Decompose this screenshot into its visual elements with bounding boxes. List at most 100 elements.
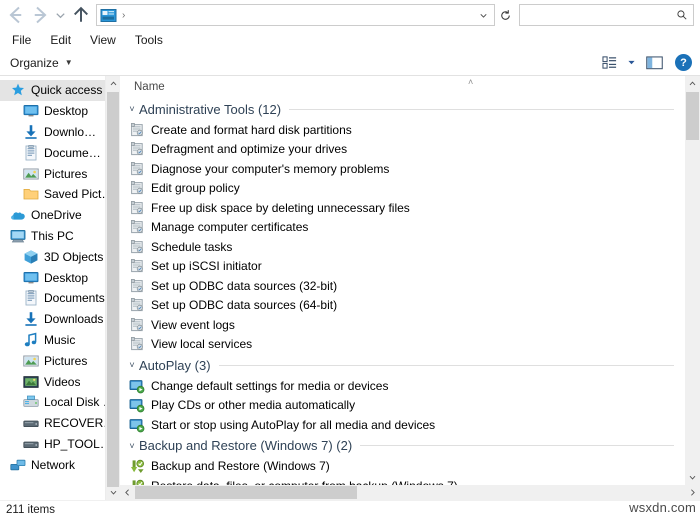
- sidebar-item-saved-pictures[interactable]: Saved Pictures: [0, 184, 120, 205]
- refresh-button[interactable]: [495, 4, 515, 26]
- list-item[interactable]: Create and format hard disk partitions: [120, 120, 684, 140]
- organize-button[interactable]: Organize ▼: [10, 56, 73, 70]
- sidebar-item-label: Desktop: [44, 104, 89, 119]
- help-button[interactable]: ?: [675, 54, 692, 71]
- menu-view[interactable]: View: [84, 32, 124, 48]
- sidebar-item-onedrive[interactable]: OneDrive: [0, 205, 120, 226]
- list-item[interactable]: Backup and Restore (Windows 7): [120, 457, 684, 477]
- search-box[interactable]: [519, 4, 694, 26]
- drive-icon: [23, 415, 39, 431]
- content-scroll-up-button[interactable]: [685, 76, 700, 91]
- menu-tools[interactable]: Tools: [129, 32, 171, 48]
- sidebar-item-label: Videos: [44, 374, 81, 389]
- network-icon: [10, 457, 26, 473]
- hscroll-thumb[interactable]: [135, 486, 357, 499]
- up-button[interactable]: [69, 3, 93, 27]
- breadcrumb-bar[interactable]: ›: [96, 4, 495, 26]
- view-options-dropdown[interactable]: [623, 58, 639, 67]
- folder-icon: [23, 186, 39, 202]
- sidebar-item-recovery-e[interactable]: RECOVERY (E:): [0, 413, 120, 434]
- group-header[interactable]: ˅ Administrative Tools (12): [120, 98, 684, 120]
- sidebar-item-desktop[interactable]: Desktop: [0, 267, 120, 288]
- backup-icon: [129, 458, 145, 474]
- list-item[interactable]: Set up ODBC data sources (32-bit): [120, 276, 684, 296]
- search-icon[interactable]: [674, 9, 690, 21]
- chevron-down-icon[interactable]: ˅: [125, 104, 139, 114]
- sidebar-item-label: Documents: [44, 145, 102, 160]
- sidebar-item-music[interactable]: Music: [0, 330, 120, 351]
- chevron-down-icon[interactable]: ˅: [125, 441, 139, 451]
- group-title: Backup and Restore (Windows 7) (2): [139, 438, 353, 453]
- admin-tool-icon: [129, 219, 145, 235]
- view-options-button[interactable]: [597, 52, 623, 74]
- breadcrumb-separator[interactable]: ›: [119, 10, 128, 21]
- group-header[interactable]: ˅ AutoPlay (3): [120, 354, 684, 376]
- sidebar-item-hp-tools-f[interactable]: HP_TOOLS (F:): [0, 434, 120, 455]
- sidebar-item-this-pc[interactable]: This PC: [0, 226, 120, 247]
- sidebar-item-videos[interactable]: Videos: [0, 371, 120, 392]
- nav-scroll-down-button[interactable]: [106, 485, 120, 500]
- arrow-up-icon: [74, 6, 88, 22]
- search-input[interactable]: [526, 8, 674, 22]
- list-item[interactable]: Free up disk space by deleting unnecessa…: [120, 198, 684, 218]
- status-bar: 211 items: [0, 500, 700, 518]
- hscroll-right-button[interactable]: [685, 485, 700, 500]
- column-header-name[interactable]: Name: [134, 81, 165, 93]
- sidebar-item-3d-objects[interactable]: 3D Objects: [0, 246, 120, 267]
- chevron-left-icon: [125, 489, 129, 496]
- sidebar-item-downloads[interactable]: Downloads: [0, 309, 120, 330]
- list-item-label: Free up disk space by deleting unnecessa…: [151, 200, 410, 215]
- list-item[interactable]: Schedule tasks: [120, 237, 684, 257]
- forward-button[interactable]: [28, 3, 52, 27]
- sidebar-item-label: Pictures: [44, 166, 88, 181]
- music-icon: [23, 332, 39, 348]
- menu-file[interactable]: File: [6, 32, 39, 48]
- list-item[interactable]: Diagnose your computer's memory problems: [120, 159, 684, 179]
- hscroll-left-button[interactable]: [120, 485, 135, 500]
- sidebar-item-pictures[interactable]: Pictures: [0, 350, 120, 371]
- group-header[interactable]: ˅ Backup and Restore (Windows 7) (2): [120, 435, 684, 457]
- list-item[interactable]: Manage computer certificates: [120, 218, 684, 238]
- list-item[interactable]: Start or stop using AutoPlay for all med…: [120, 415, 684, 435]
- admin-tool-icon: [129, 180, 145, 196]
- list-item[interactable]: Edit group policy: [120, 179, 684, 199]
- sidebar-item-network[interactable]: Network: [0, 454, 120, 475]
- chevron-down-icon: [689, 475, 696, 480]
- chevron-down-icon[interactable]: ˅: [125, 360, 139, 370]
- sidebar-item-pictures[interactable]: Pictures: [0, 163, 120, 184]
- sidebar-item-desktop[interactable]: Desktop: [0, 101, 120, 122]
- navigation-scrollbar[interactable]: [105, 76, 120, 500]
- content-scroll-down-button[interactable]: [685, 470, 700, 485]
- group-title: Administrative Tools (12): [139, 101, 282, 117]
- list-item[interactable]: View event logs: [120, 315, 684, 335]
- menu-edit[interactable]: Edit: [44, 32, 79, 48]
- list-item-label: Set up iSCSI initiator: [151, 259, 262, 274]
- list-item[interactable]: Set up iSCSI initiator: [120, 257, 684, 277]
- videos-icon: [23, 374, 39, 390]
- sidebar-item-documents[interactable]: Documents: [0, 142, 120, 163]
- nav-scroll-thumb[interactable]: [107, 92, 119, 487]
- breadcrumb-dropdown-icon[interactable]: [474, 10, 492, 21]
- sort-indicator-icon: ˄: [468, 77, 474, 87]
- recent-locations-button[interactable]: [52, 3, 69, 27]
- back-button[interactable]: [4, 3, 28, 27]
- pin-star-icon: [10, 82, 26, 98]
- content-scroll-thumb[interactable]: [686, 92, 699, 140]
- sidebar-item-downloads[interactable]: Downloads: [0, 122, 120, 143]
- sidebar-item-local-disk-c[interactable]: Local Disk (C:): [0, 392, 120, 413]
- hscroll-track[interactable]: [135, 485, 685, 500]
- preview-pane-button[interactable]: [641, 52, 667, 74]
- content-scrollbar[interactable]: [685, 76, 700, 500]
- list-item[interactable]: Set up ODBC data sources (64-bit): [120, 296, 684, 316]
- horizontal-scrollbar[interactable]: [120, 485, 700, 500]
- list-item[interactable]: View local services: [120, 335, 684, 355]
- list-item[interactable]: Play CDs or other media automatically: [120, 396, 684, 416]
- nav-scroll-up-button[interactable]: [106, 76, 120, 91]
- list-item[interactable]: Change default settings for media or dev…: [120, 376, 684, 396]
- list-item[interactable]: Defragment and optimize your drives: [120, 140, 684, 160]
- column-header-row: Name ˄: [120, 76, 700, 98]
- sidebar-item-documents[interactable]: Documents: [0, 288, 120, 309]
- group-divider: [289, 108, 674, 110]
- chevron-down-icon: [479, 13, 487, 18]
- sidebar-item-quick-access[interactable]: Quick access: [0, 80, 120, 101]
